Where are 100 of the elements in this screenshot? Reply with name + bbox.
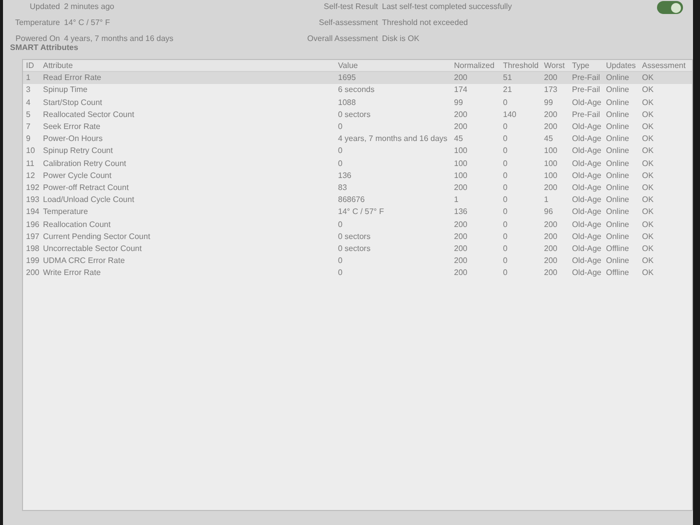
table-cell-text: 45 bbox=[454, 135, 464, 144]
table-cell-text: 0 bbox=[503, 244, 508, 253]
table-cell-text: 200 bbox=[544, 244, 558, 253]
table-cell-text: Old-Age bbox=[572, 98, 602, 107]
table-cell-text: OK bbox=[642, 269, 655, 278]
table-cell-text: 0 bbox=[503, 147, 508, 156]
table-cell-text: Online bbox=[606, 86, 630, 94]
column-header[interactable]: ID bbox=[26, 62, 43, 70]
table-cell-text: 7 bbox=[26, 123, 32, 132]
info-label: Self-test Result bbox=[322, 1, 378, 13]
table-cell-text: Online bbox=[606, 172, 630, 180]
table-cell-text: 100 bbox=[454, 160, 468, 168]
table-row[interactable]: 4 Start/Stop Count 1088 99 0 99 Old-Age Online OK bbox=[23, 96, 692, 109]
table-cell-text: Online bbox=[606, 98, 630, 107]
table-cell-text: Online bbox=[606, 232, 630, 241]
table-cell-text: OK bbox=[642, 232, 655, 241]
table-cell-text: OK bbox=[642, 244, 655, 253]
table-cell-text: 1088 bbox=[338, 98, 357, 107]
table-cell-text: OK bbox=[642, 160, 655, 168]
table-cell-text: Start/Stop Count bbox=[43, 98, 104, 107]
table-cell-text: Old-Age bbox=[572, 196, 602, 204]
table-cell-text: Pre-Fail bbox=[572, 74, 602, 82]
column-header[interactable]: Worst bbox=[544, 62, 572, 70]
table-cell-text: Old-Age bbox=[572, 269, 602, 278]
table-row[interactable]: 3 Spinup Time 6 seconds 174 21 173 Pre-Fail Online OK bbox=[23, 84, 692, 97]
table-cell-text: 136 bbox=[338, 172, 352, 180]
table-row[interactable]: 11 Calibration Retry Count 0 100 0 100 Old-Age Online OK bbox=[23, 158, 692, 170]
info-label: Powered On bbox=[14, 33, 60, 44]
column-header[interactable]: Type bbox=[572, 62, 606, 70]
info-label: Temperature bbox=[14, 17, 60, 29]
table-row[interactable]: 194 Temperature 14° C / 57° F 136 0 96 Old-Age Online OK bbox=[23, 206, 692, 218]
table-cell-text: Current Pending Sector Count bbox=[43, 232, 152, 241]
table-row[interactable]: 193 Load/Unload Cycle Count 868676 1 0 1 Old-Age Online OK bbox=[23, 194, 692, 206]
table-cell-text: Old-Age bbox=[572, 160, 602, 168]
table-cell-text: 173 bbox=[544, 86, 558, 94]
column-header[interactable]: Threshold bbox=[503, 62, 544, 70]
table-cell-text: 198 bbox=[26, 244, 40, 253]
table-row[interactable]: 10 Spinup Retry Count 0 100 0 100 Old-Age Online OK bbox=[23, 145, 692, 158]
table-cell-text: 100 bbox=[544, 160, 558, 168]
table-cell-text: 0 bbox=[503, 172, 508, 180]
table-row[interactable]: 192 Power-off Retract Count 83 200 0 200 Old-Age Online OK bbox=[23, 182, 692, 194]
table-row[interactable]: 5 Reallocated Sector Count 0 sectors 200 140 200 Pre-Fail Online OK bbox=[23, 108, 692, 121]
info-value: 14° C / 57° F bbox=[64, 17, 111, 29]
table-cell-text: Online bbox=[606, 220, 630, 229]
table-cell-text: 100 bbox=[454, 147, 468, 156]
column-header[interactable]: Assessment bbox=[642, 62, 693, 70]
table-row[interactable]: 1 Read Error Rate 1695 200 51 200 Pre-Fail Online OK bbox=[23, 72, 692, 84]
info-label: Self-assessment bbox=[318, 17, 378, 29]
table-cell-text: Online bbox=[606, 147, 630, 156]
table-cell-text: 200 bbox=[26, 269, 40, 278]
column-header[interactable]: Normalized bbox=[454, 62, 503, 70]
table-cell-text: 0 bbox=[503, 269, 508, 278]
table-cell-text: Calibration Retry Count bbox=[43, 160, 128, 168]
table-cell-text: 99 bbox=[544, 98, 554, 107]
table-cell-text: 83 bbox=[338, 184, 348, 192]
table-row[interactable]: 12 Power Cycle Count 136 100 0 100 Old-Age Online OK bbox=[23, 170, 692, 182]
table-row[interactable]: 7 Seek Error Rate 0 200 0 200 Old-Age Online OK bbox=[23, 120, 692, 134]
column-header[interactable]: Updates bbox=[606, 62, 642, 70]
table-cell-text: Seek Error Rate bbox=[43, 123, 102, 132]
table-cell-text: OK bbox=[642, 135, 655, 144]
column-header[interactable]: Attribute bbox=[43, 62, 338, 70]
info-label: Overall Assessment bbox=[306, 33, 378, 45]
table-cell-text: 1 bbox=[544, 196, 550, 204]
table-cell-text: 200 bbox=[544, 123, 558, 132]
table-cell-text: 100 bbox=[544, 147, 558, 156]
table-row[interactable]: 196 Reallocation Count 0 200 0 200 Old-Age Online OK bbox=[23, 218, 692, 231]
table-row[interactable]: 199 UDMA CRC Error Rate 0 200 0 200 Old-Age Online OK bbox=[23, 255, 692, 268]
table-row[interactable]: 200 Write Error Rate 0 200 0 200 Old-Age Offline OK bbox=[23, 267, 692, 280]
table-cell-text: 0 bbox=[338, 257, 344, 266]
column-header[interactable]: Value bbox=[338, 62, 454, 70]
table-cell-text: 0 bbox=[503, 160, 508, 168]
table-cell-text: 51 bbox=[503, 74, 513, 82]
table-cell-text: Pre-Fail bbox=[572, 86, 602, 94]
table-cell-text: Online bbox=[606, 123, 630, 132]
table-cell-text: Old-Age bbox=[572, 220, 602, 229]
table-cell-text: 0 sectors bbox=[338, 232, 372, 241]
table-cell-text: 868676 bbox=[338, 196, 366, 204]
table-cell-text: 200 bbox=[454, 184, 468, 192]
table-cell-text: 10 bbox=[26, 147, 36, 156]
table-cell-text: 99 bbox=[454, 98, 464, 107]
table-cell-text: 200 bbox=[544, 220, 558, 229]
table-cell-text: 200 bbox=[454, 110, 468, 119]
table-cell-text: OK bbox=[642, 220, 655, 229]
table-cell-text: 100 bbox=[544, 172, 558, 180]
table-cell-text: 1 bbox=[26, 74, 32, 82]
table-cell-text: 200 bbox=[454, 244, 468, 253]
table-row[interactable]: 9 Power-On Hours 4 years, 7 months and 16 days 45 0 45 Old-Age Online OK bbox=[23, 133, 692, 146]
table-row[interactable]: 197 Current Pending Sector Count 0 sectors 200 0 200 Old-Age Online OK bbox=[23, 230, 692, 243]
table-cell-text: 0 bbox=[503, 208, 508, 216]
table-cell-text: 1 bbox=[454, 196, 460, 204]
table-cell-text: OK bbox=[642, 98, 655, 107]
table-cell-text: 0 bbox=[338, 269, 344, 278]
table-cell-text: 200 bbox=[544, 257, 558, 266]
table-cell-text: Old-Age bbox=[572, 172, 602, 180]
table-cell-text: 0 bbox=[503, 184, 508, 192]
table-cell-text: Power-off Retract Count bbox=[43, 184, 130, 192]
table-cell-text: Online bbox=[606, 208, 630, 216]
toggle-switch[interactable] bbox=[657, 1, 683, 14]
table-cell-text: 0 bbox=[503, 232, 508, 241]
table-row[interactable]: 198 Uncorrectable Sector Count 0 sectors 200 0 200 Old-Age Offline OK bbox=[23, 242, 692, 255]
